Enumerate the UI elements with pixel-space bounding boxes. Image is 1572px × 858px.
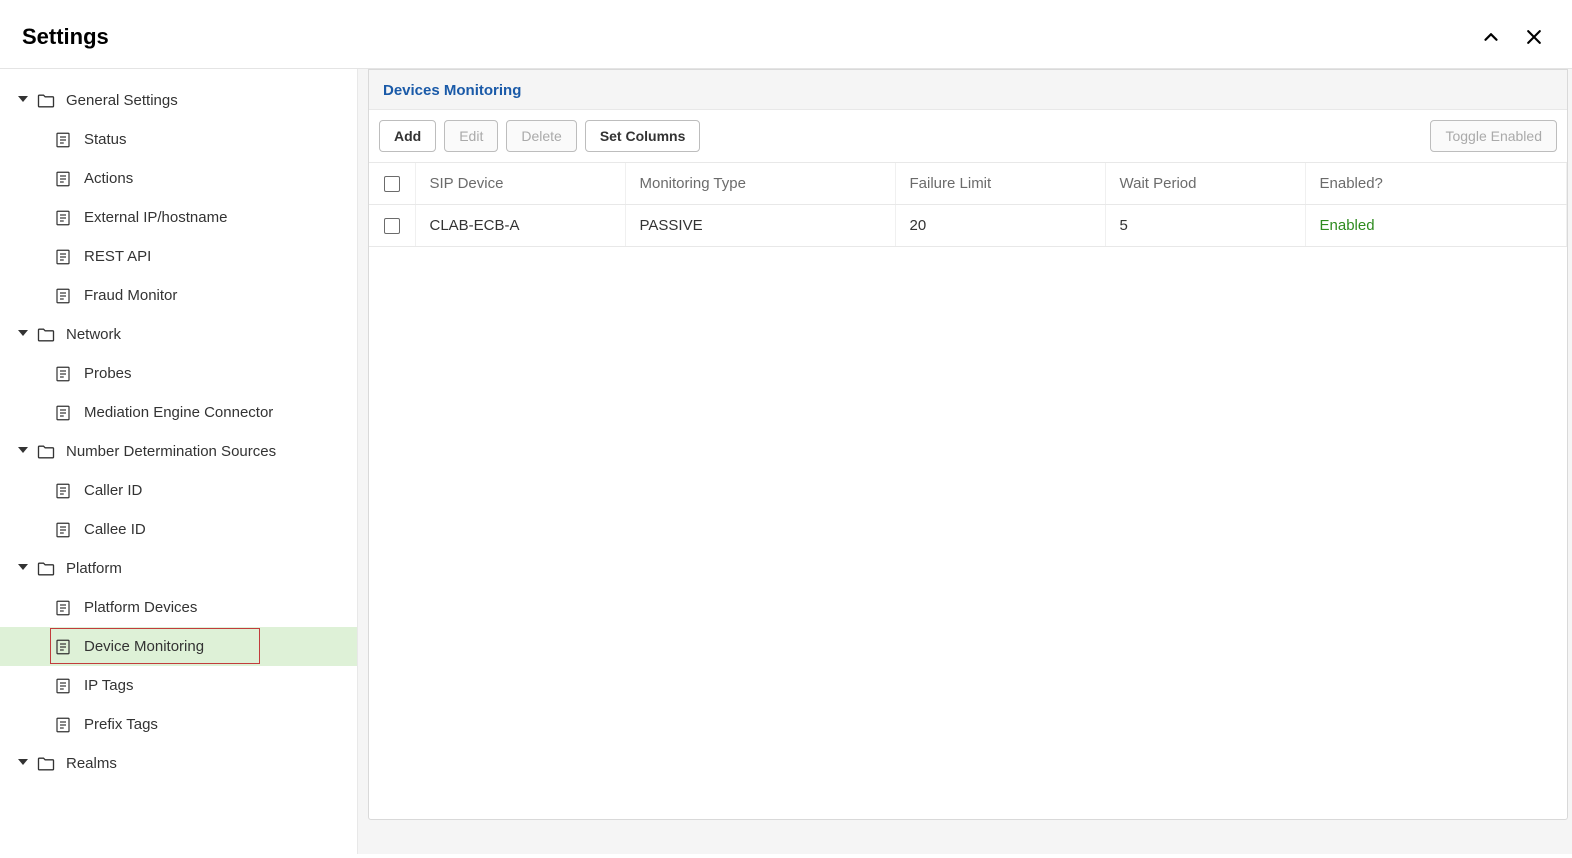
tree-item-fraud-monitor[interactable]: Fraud Monitor <box>0 276 357 315</box>
document-icon <box>54 521 84 539</box>
folder-icon <box>36 754 66 774</box>
panel-title: Devices Monitoring <box>369 70 1567 110</box>
col-sip-device[interactable]: SIP Device <box>415 163 625 205</box>
tree-group-network[interactable]: Network <box>0 315 357 354</box>
cell-wait-period: 5 <box>1105 205 1305 247</box>
document-icon <box>54 638 84 656</box>
tree-label: Status <box>84 131 127 148</box>
tree-label: Probes <box>84 365 132 382</box>
document-icon <box>54 599 84 617</box>
row-checkbox-cell[interactable] <box>369 205 415 247</box>
document-icon <box>54 716 84 734</box>
document-icon <box>54 482 84 500</box>
tree-item-prefix-tags[interactable]: Prefix Tags <box>0 705 357 744</box>
tree-label: Caller ID <box>84 482 142 499</box>
edit-button[interactable]: Edit <box>444 120 498 152</box>
tree-group-platform[interactable]: Platform <box>0 549 357 588</box>
document-icon <box>54 131 84 149</box>
caret-down-icon[interactable] <box>18 96 36 106</box>
tree-label: Realms <box>66 755 117 772</box>
caret-down-icon[interactable] <box>18 564 36 574</box>
tree-label: Prefix Tags <box>84 716 158 733</box>
cell-monitoring-type: PASSIVE <box>625 205 895 247</box>
tree-label: General Settings <box>66 92 178 109</box>
add-button[interactable]: Add <box>379 120 436 152</box>
tree-item-device-monitoring[interactable]: Device Monitoring <box>0 627 357 666</box>
tree-label: Actions <box>84 170 133 187</box>
folder-icon <box>36 559 66 579</box>
tree-label: REST API <box>84 248 151 265</box>
tree-label: Number Determination Sources <box>66 443 276 460</box>
tree-label: Mediation Engine Connector <box>84 404 273 421</box>
table-header-row: SIP Device Monitoring Type Failure Limit… <box>369 163 1567 205</box>
header-actions <box>1480 26 1544 48</box>
cell-enabled: Enabled <box>1305 205 1567 247</box>
caret-down-icon[interactable] <box>18 759 36 769</box>
tree-group-general-settings[interactable]: General Settings <box>0 81 357 120</box>
devices-monitoring-panel: Devices Monitoring Add Edit Delete Set C… <box>368 69 1568 820</box>
document-icon <box>54 365 84 383</box>
checkbox-icon[interactable] <box>384 176 400 192</box>
select-all-header[interactable] <box>369 163 415 205</box>
page-title: Settings <box>22 24 1480 50</box>
cell-failure-limit: 20 <box>895 205 1105 247</box>
document-icon <box>54 404 84 422</box>
cell-sip-device: CLAB-ECB-A <box>415 205 625 247</box>
document-icon <box>54 287 84 305</box>
tree-item-status[interactable]: Status <box>0 120 357 159</box>
document-icon <box>54 677 84 695</box>
collapse-icon[interactable] <box>1480 26 1502 48</box>
tree-label: Callee ID <box>84 521 146 538</box>
settings-header: Settings <box>0 0 1572 68</box>
tree-item-rest-api[interactable]: REST API <box>0 237 357 276</box>
tree-item-actions[interactable]: Actions <box>0 159 357 198</box>
tree-item-probes[interactable]: Probes <box>0 354 357 393</box>
tree-item-platform-devices[interactable]: Platform Devices <box>0 588 357 627</box>
tree-item-caller-id[interactable]: Caller ID <box>0 471 357 510</box>
tree-label: External IP/hostname <box>84 209 227 226</box>
tree-item-ip-tags[interactable]: IP Tags <box>0 666 357 705</box>
tree-label: Device Monitoring <box>84 638 204 655</box>
checkbox-icon[interactable] <box>384 218 400 234</box>
col-wait-period[interactable]: Wait Period <box>1105 163 1305 205</box>
tree-label: Platform <box>66 560 122 577</box>
folder-icon <box>36 91 66 111</box>
settings-sidebar: General Settings Status Actions External… <box>0 69 358 854</box>
tree-label: Network <box>66 326 121 343</box>
main-panel: Devices Monitoring Add Edit Delete Set C… <box>358 69 1572 854</box>
tree-item-external-ip[interactable]: External IP/hostname <box>0 198 357 237</box>
set-columns-button[interactable]: Set Columns <box>585 120 701 152</box>
tree-item-callee-id[interactable]: Callee ID <box>0 510 357 549</box>
table-row[interactable]: CLAB-ECB-A PASSIVE 20 5 Enabled <box>369 205 1567 247</box>
close-icon[interactable] <box>1524 27 1544 47</box>
delete-button[interactable]: Delete <box>506 120 576 152</box>
document-icon <box>54 170 84 188</box>
folder-icon <box>36 325 66 345</box>
tree-label: Platform Devices <box>84 599 197 616</box>
tree-label: Fraud Monitor <box>84 287 177 304</box>
devices-table: SIP Device Monitoring Type Failure Limit… <box>369 163 1567 247</box>
col-enabled[interactable]: Enabled? <box>1305 163 1567 205</box>
tree-item-mediation-engine[interactable]: Mediation Engine Connector <box>0 393 357 432</box>
caret-down-icon[interactable] <box>18 447 36 457</box>
tree-group-number-determination[interactable]: Number Determination Sources <box>0 432 357 471</box>
caret-down-icon[interactable] <box>18 330 36 340</box>
toolbar: Add Edit Delete Set Columns Toggle Enabl… <box>369 110 1567 163</box>
toggle-enabled-button[interactable]: Toggle Enabled <box>1430 120 1557 152</box>
content-area: General Settings Status Actions External… <box>0 68 1572 854</box>
col-failure-limit[interactable]: Failure Limit <box>895 163 1105 205</box>
col-monitoring-type[interactable]: Monitoring Type <box>625 163 895 205</box>
document-icon <box>54 248 84 266</box>
tree-label: IP Tags <box>84 677 133 694</box>
tree-group-realms[interactable]: Realms <box>0 744 357 783</box>
document-icon <box>54 209 84 227</box>
folder-icon <box>36 442 66 462</box>
